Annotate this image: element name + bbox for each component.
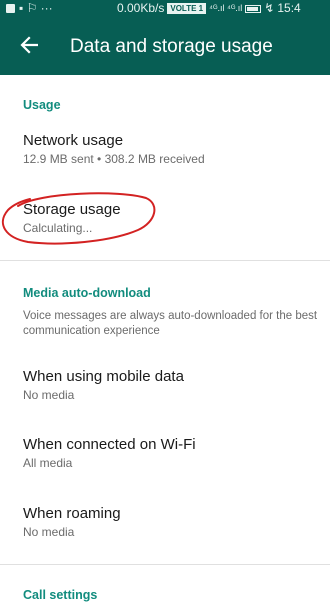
divider xyxy=(0,260,330,261)
item-title: When roaming xyxy=(23,505,121,522)
status-icons: ▪ ⚐ ··· xyxy=(19,1,53,15)
notification-icon xyxy=(6,4,15,13)
arrow-left-icon xyxy=(20,36,39,54)
roaming-item[interactable]: When roaming No media xyxy=(0,505,330,555)
page-title: Data and storage usage xyxy=(70,36,273,57)
battery-icon xyxy=(245,4,262,13)
item-title: Storage usage xyxy=(23,201,121,218)
wifi-item[interactable]: When connected on Wi-Fi All media xyxy=(0,436,330,486)
section-header-usage: Usage xyxy=(23,98,61,112)
item-subtitle: No media xyxy=(23,388,75,402)
status-left-icons: ▪ ⚐ ··· xyxy=(6,0,53,17)
item-subtitle: All media xyxy=(23,456,73,470)
item-subtitle: Calculating... xyxy=(23,221,93,235)
network-speed: 0.00Kb/s xyxy=(117,1,165,15)
item-title: When connected on Wi-Fi xyxy=(23,436,196,453)
volte-badge: VOLTE 1 xyxy=(167,3,207,14)
back-button[interactable] xyxy=(14,30,44,60)
section-header-media: Media auto-download xyxy=(23,286,151,300)
section-header-call-settings: Call settings xyxy=(23,588,98,602)
status-bar: ▪ ⚐ ··· 0.00Kb/s VOLTE 1 ⁴ᴳ.ıl ⁴ᴳ.ıl ↯ 1… xyxy=(0,0,330,17)
voice-message-note: Voice messages are always auto-downloade… xyxy=(23,310,318,337)
item-title: When using mobile data xyxy=(23,368,184,385)
clock: 15:4 xyxy=(277,1,301,15)
status-right: 0.00Kb/s VOLTE 1 ⁴ᴳ.ıl ⁴ᴳ.ıl ↯ 15:4 xyxy=(117,0,301,17)
signal-icon: ⁴ᴳ.ıl ⁴ᴳ.ıl xyxy=(209,3,243,13)
storage-usage-item[interactable]: Storage usage Calculating... xyxy=(0,201,330,251)
charging-icon: ↯ xyxy=(264,1,275,15)
item-subtitle: 12.9 MB sent • 308.2 MB received xyxy=(23,152,205,166)
network-usage-item[interactable]: Network usage 12.9 MB sent • 308.2 MB re… xyxy=(0,132,330,182)
item-subtitle: No media xyxy=(23,525,75,539)
item-title: Network usage xyxy=(23,132,124,149)
divider xyxy=(0,564,330,565)
app-bar: Data and storage usage xyxy=(0,17,330,75)
mobile-data-item[interactable]: When using mobile data No media xyxy=(0,368,330,418)
